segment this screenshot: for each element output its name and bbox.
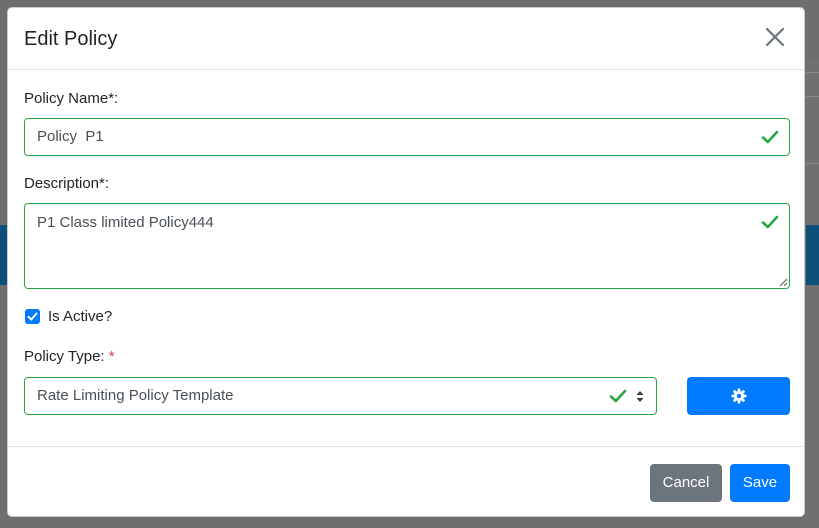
background-header-bar: [806, 225, 819, 285]
policy-name-value: Policy P1: [37, 128, 104, 145]
background-divider: [806, 72, 819, 73]
description-textarea[interactable]: P1 Class limited Policy444: [24, 203, 790, 289]
modal-header: Edit Policy: [8, 8, 804, 70]
background-overlay: [0, 0, 819, 6]
close-button[interactable]: [764, 25, 786, 49]
save-button[interactable]: Save: [730, 464, 790, 502]
is-active-label: Is Active?: [48, 308, 113, 325]
modal-title: Edit Policy: [24, 28, 118, 50]
policy-name-input[interactable]: Policy P1: [24, 118, 790, 156]
description-label: Description*:: [24, 175, 110, 192]
required-marker: *: [108, 348, 115, 365]
cancel-button[interactable]: Cancel: [650, 464, 722, 502]
edit-policy-modal: Edit Policy Policy Name*: Policy P1 Desc…: [7, 7, 805, 517]
background-divider: [806, 96, 819, 97]
policy-type-label-text: Policy Type:: [24, 348, 109, 365]
gear-icon: [731, 388, 747, 404]
is-active-checkbox[interactable]: [25, 309, 40, 324]
close-icon: [765, 27, 785, 47]
background-divider: [806, 163, 819, 164]
background-panel: [806, 60, 819, 528]
select-arrows-icon: [636, 391, 644, 402]
modal-footer: Cancel Save: [8, 446, 804, 516]
check-icon: [761, 215, 779, 229]
policy-type-label: Policy Type: *: [24, 348, 115, 365]
check-icon: [761, 130, 779, 144]
policy-type-select[interactable]: Rate Limiting Policy Template: [24, 377, 657, 415]
checkmark-icon: [27, 312, 38, 321]
resize-handle-icon[interactable]: [778, 277, 788, 287]
check-icon: [609, 389, 627, 403]
policy-settings-button[interactable]: [687, 377, 790, 415]
policy-name-label: Policy Name*:: [24, 90, 119, 107]
description-value: P1 Class limited Policy444: [37, 214, 214, 231]
policy-type-selected: Rate Limiting Policy Template: [37, 387, 234, 404]
